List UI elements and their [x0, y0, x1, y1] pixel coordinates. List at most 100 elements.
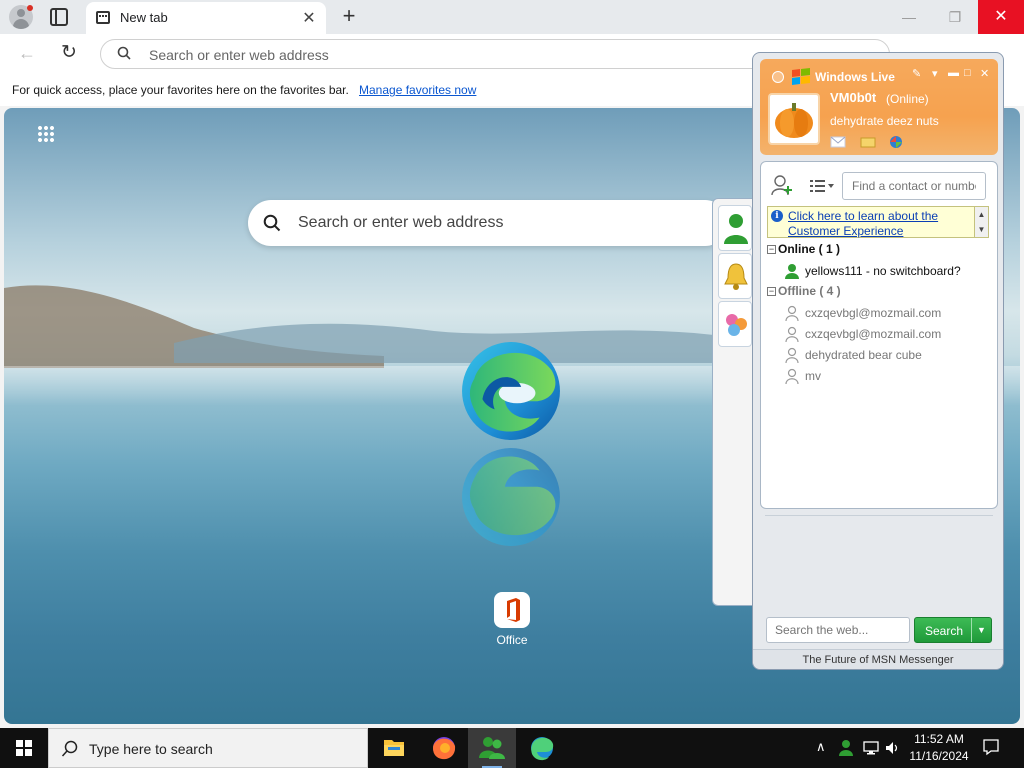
taskbar-app-firefox[interactable] [420, 728, 468, 768]
manage-favorites-link[interactable]: Manage favorites now [359, 83, 476, 97]
messenger-icon [479, 737, 505, 759]
edge-icon [531, 737, 554, 761]
notification-center-icon[interactable] [982, 738, 1000, 756]
firefox-icon [433, 737, 456, 760]
browser-tab-strip: New tab ✕ + — ❐ ✕ [0, 0, 1024, 34]
windows-start-icon [16, 740, 32, 756]
info-bar: i Click here to learn about the Customer… [767, 206, 989, 238]
search-icon [61, 740, 78, 757]
tab-new-tab[interactable]: New tab ✕ [86, 2, 326, 34]
contacts-tab[interactable] [718, 205, 752, 251]
restore-button[interactable]: ❐ [932, 0, 978, 34]
taskbar-search-box[interactable]: Type here to search [48, 728, 368, 768]
show-hidden-icons-icon[interactable]: ∧ [816, 739, 826, 768]
clock-date[interactable]: 11/16/2024 [900, 749, 978, 763]
footer-text: The Future of MSN Messenger [802, 654, 954, 666]
web-search-input[interactable] [766, 617, 910, 643]
new-tab-button[interactable]: + [339, 3, 359, 29]
contact-name: dehydrated bear cube [805, 348, 922, 362]
games-icon [726, 314, 747, 336]
tab-close-icon[interactable]: ✕ [300, 8, 318, 28]
bell-icon [724, 263, 748, 290]
address-bar-placeholder: Search or enter web address [149, 47, 329, 63]
office-shortcut-tile[interactable] [494, 592, 530, 628]
display-picture[interactable] [768, 93, 820, 145]
offline-buddy-icon [785, 326, 799, 342]
messenger-minimize-button[interactable]: ▬ [948, 67, 959, 79]
favorites-bar-message: For quick access, place your favorites h… [12, 83, 349, 97]
clock-time[interactable]: 11:52 AM [900, 732, 978, 746]
ntp-search-box[interactable]: Search or enter web address [248, 200, 728, 246]
view-options-icon[interactable] [809, 178, 835, 194]
group-label: Online ( 1 ) [778, 242, 841, 256]
mail-icon[interactable] [830, 135, 846, 149]
file-explorer-icon [384, 740, 404, 756]
offline-buddy-icon [785, 305, 799, 321]
contact-list-panel: i Click here to learn about the Customer… [760, 161, 998, 509]
messenger-menu-button[interactable] [772, 71, 784, 83]
taskbar-app-file-explorer[interactable] [370, 728, 418, 768]
office-icon [507, 598, 520, 622]
tab-actions-menu-icon[interactable] [50, 8, 68, 26]
divider [765, 515, 993, 516]
scroll-down-icon[interactable]: ▼ [975, 222, 988, 237]
windows-flag-icon [792, 68, 810, 85]
taskbar-search-placeholder: Type here to search [89, 741, 213, 757]
messenger-close-button[interactable]: ✕ [980, 67, 989, 80]
edge-logo-reflection [462, 448, 560, 546]
search-icon [263, 214, 281, 232]
back-arrow-icon[interactable]: ← [18, 43, 36, 64]
search-options-dropdown-icon[interactable]: ▼ [971, 618, 991, 642]
web-search-button[interactable]: Search ▼ [914, 617, 992, 643]
ntp-search-placeholder: Search or enter web address [298, 214, 504, 231]
online-buddy-icon [785, 264, 799, 279]
display-name[interactable]: VM0b0t [830, 90, 876, 105]
volume-icon[interactable] [884, 740, 900, 756]
refresh-icon[interactable]: ↻ [61, 41, 77, 64]
options-dropdown-icon[interactable]: ▾ [932, 67, 938, 80]
taskbar-app-messenger[interactable] [468, 728, 516, 768]
start-button[interactable] [0, 728, 48, 768]
app-launcher-icon[interactable] [37, 125, 55, 143]
messenger-maximize-button[interactable]: □ [964, 67, 971, 79]
games-tab[interactable] [718, 301, 752, 347]
contact-name: mv [805, 369, 821, 383]
collapse-toggle-icon[interactable]: − [767, 245, 776, 254]
alerts-tab[interactable] [718, 253, 752, 299]
find-contact-input[interactable] [842, 172, 986, 200]
add-contact-icon[interactable] [771, 174, 795, 196]
network-icon[interactable] [862, 740, 880, 756]
new-tab-page-icon [96, 11, 110, 24]
offline-buddy-icon [785, 368, 799, 384]
group-label: Offline ( 4 ) [778, 284, 841, 298]
web-search-button-label: Search [924, 624, 964, 638]
search-icon [117, 46, 131, 60]
edge-logo-icon [462, 342, 560, 440]
pumpkin-avatar-icon [775, 103, 813, 138]
paint-brush-icon[interactable]: ✎ [912, 67, 921, 80]
info-bar-scrollbar[interactable]: ▲ ▼ [974, 207, 988, 237]
office-shortcut-label: Office [496, 633, 528, 647]
close-window-button[interactable]: ✕ [978, 0, 1024, 34]
tab-title: New tab [120, 10, 168, 25]
buddy-icon [724, 214, 748, 244]
offline-buddy-icon [785, 347, 799, 363]
group-offline[interactable]: − Offline ( 4 ) [767, 284, 841, 298]
group-online[interactable]: − Online ( 1 ) [767, 242, 840, 256]
messenger-tray-icon[interactable] [838, 739, 854, 757]
online-status[interactable]: (Online) [886, 92, 929, 106]
customer-experience-link[interactable]: Click here to learn about the Customer E… [788, 209, 976, 239]
taskbar-app-edge[interactable] [518, 728, 566, 768]
messenger-side-tabs [712, 198, 756, 606]
messenger-footer: The Future of MSN Messenger [753, 649, 1003, 669]
profile-notification-dot [27, 5, 33, 11]
contact-name: cxzqevbgl@mozmail.com [805, 327, 942, 341]
messenger-window: Windows Live ✎ ▾ ▬ □ ✕ VM0b0t (Online) d… [752, 52, 1004, 670]
minimize-button[interactable]: — [886, 0, 932, 34]
collapse-toggle-icon[interactable]: − [767, 287, 776, 296]
messenger-header: Windows Live ✎ ▾ ▬ □ ✕ VM0b0t (Online) d… [760, 59, 998, 155]
spaces-icon[interactable] [860, 135, 876, 149]
scroll-up-icon[interactable]: ▲ [975, 207, 988, 222]
personal-message[interactable]: dehydrate deez nuts [830, 114, 939, 128]
msn-today-icon[interactable] [888, 135, 904, 149]
